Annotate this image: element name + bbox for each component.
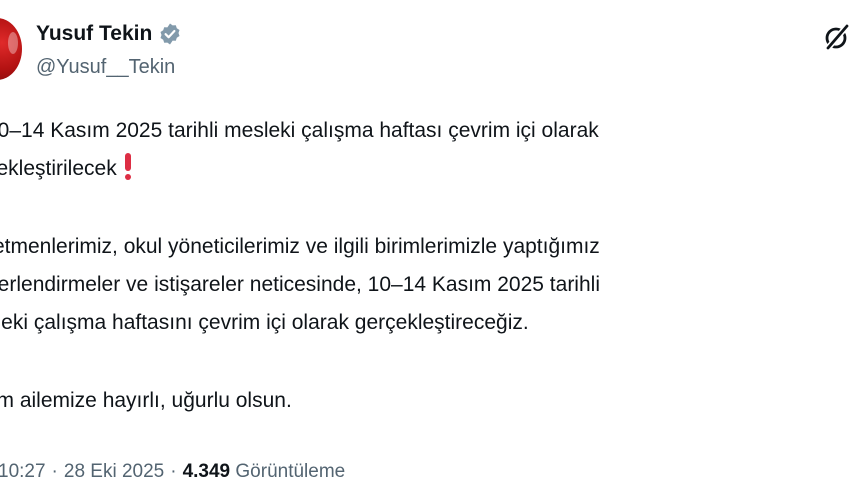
author-name-text: Yusuf Tekin [36, 22, 153, 45]
tweet-date[interactable]: 28 Eki 2025 [64, 461, 164, 482]
author-display-name[interactable]: Yusuf Tekin [36, 21, 182, 47]
tweet-line: ğerlendirmeler ve istişareler neticesind… [0, 273, 600, 296]
verified-badge-icon [160, 23, 180, 45]
tweet-line: 10–14 Kasım 2025 tarihli mesleki çalışma… [0, 119, 599, 142]
tweet-text: 10–14 Kasım 2025 tarihli mesleki çalışma… [0, 112, 860, 420]
avatar-highlight [8, 32, 18, 54]
views-label: Görüntüleme [235, 461, 346, 482]
tweet-line: sleki çalışma haftasını çevrim içi olara… [0, 311, 529, 334]
tweet-time[interactable]: 10:27 [0, 461, 46, 482]
avatar[interactable] [0, 18, 22, 80]
grok-slash-icon[interactable] [822, 22, 852, 52]
views-count: 4.349 [182, 461, 231, 482]
meta-separator: · [51, 461, 58, 482]
tweet-paragraph-3: tim ailemize hayırlı, uğurlu olsun. [0, 382, 860, 420]
tweet-line: retmenlerimiz, okul yöneticilerimiz ve i… [0, 235, 600, 258]
tweet-meta: 10:27 · 28 Eki 2025 · 4.349 Görüntüleme [0, 458, 345, 486]
tweet-line: tim ailemize hayırlı, uğurlu olsun. [0, 389, 292, 412]
tweet-paragraph-1: 10–14 Kasım 2025 tarihli mesleki çalışma… [0, 112, 860, 188]
tweet-paragraph-2: retmenlerimiz, okul yöneticilerimiz ve i… [0, 228, 860, 342]
tweet-line-text: çekleştirilecek [0, 157, 117, 180]
red-exclamation-icon [124, 153, 131, 180]
tweet-line: çekleştirilecek [0, 150, 860, 188]
author-handle[interactable]: @Yusuf__Tekin [36, 54, 175, 80]
meta-separator: · [170, 461, 177, 482]
